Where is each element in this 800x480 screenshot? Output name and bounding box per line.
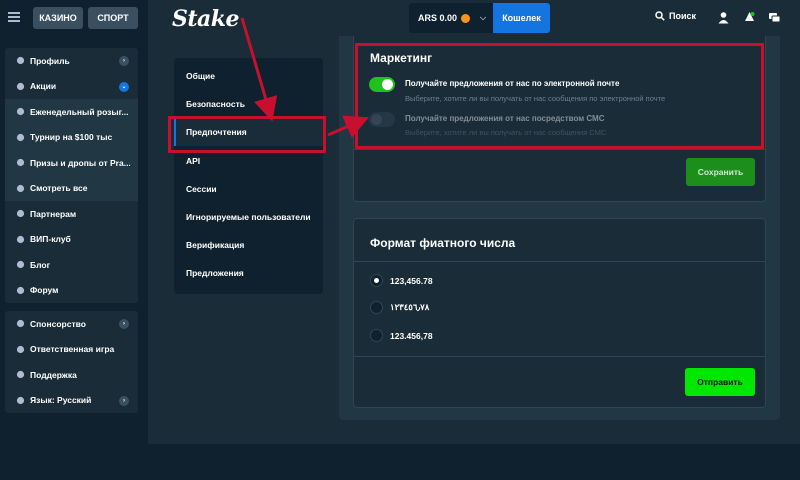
- arrow-to-preferences: [240, 17, 278, 122]
- annotation-arrows: [240, 17, 370, 138]
- arrow-to-marketing: [327, 115, 370, 138]
